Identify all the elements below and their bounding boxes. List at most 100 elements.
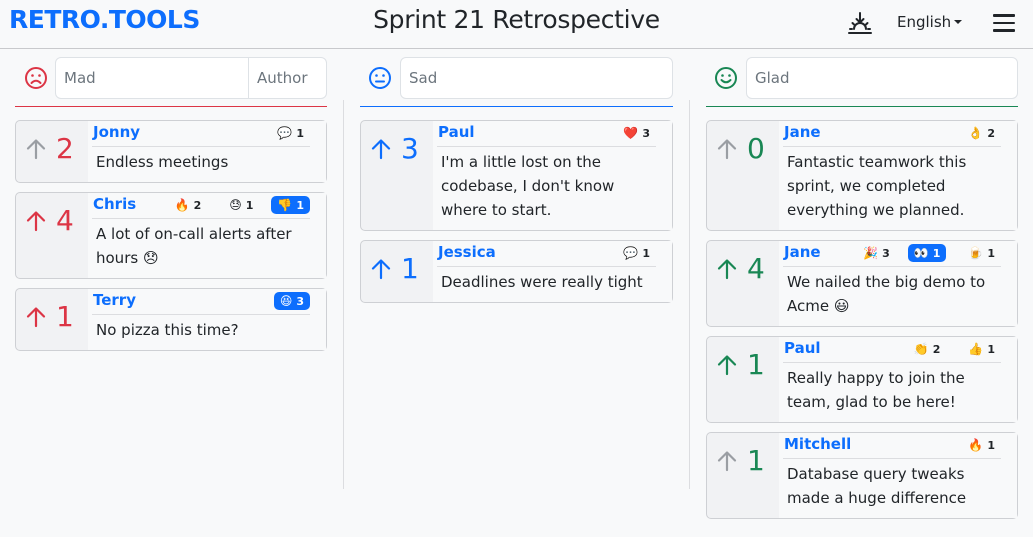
reaction-button[interactable]: 🍺 1 [962, 244, 1001, 262]
vote-area: 1 [707, 433, 779, 518]
card-text-input[interactable] [56, 58, 248, 98]
upvote-arrow-icon[interactable] [716, 137, 738, 161]
new-card-form [746, 57, 1018, 99]
language-dropdown[interactable]: English [897, 13, 963, 31]
reaction-button[interactable]: ❤️ 3 [617, 124, 656, 142]
vote-area: 1 [361, 241, 433, 302]
page-title: Sprint 21 Retrospective [373, 5, 660, 34]
retro-card: 2 Jonny 💬 1 Endless meetings [15, 120, 327, 183]
card-author: Jessica [438, 243, 496, 261]
vote-count: 1 [747, 444, 765, 477]
reaction-emoji: 😓 [229, 198, 242, 212]
vote-count: 4 [747, 252, 765, 285]
card-list: 2 Jonny 💬 1 Endless meetings 4 Chris 🔥 2 😓 1 👎 1 A lo… [15, 120, 327, 360]
reaction-button[interactable]: 👎 1 [271, 196, 310, 214]
upvote-arrow-icon[interactable] [25, 137, 47, 161]
reaction-button[interactable]: 🔥 2 [169, 196, 208, 214]
reaction-count: 1 [296, 126, 304, 140]
reaction-button[interactable]: 🔥 1 [962, 436, 1001, 454]
column-rule [360, 106, 673, 107]
reactions: 👏 2 👍 1 [892, 340, 1001, 358]
card-text[interactable]: Really happy to join the team, glad to b… [783, 363, 1001, 422]
card-author: Chris [93, 195, 137, 213]
upvote-arrow-icon[interactable] [25, 209, 47, 233]
card-text-input[interactable] [747, 58, 1017, 98]
reaction-emoji: 👀 [913, 246, 929, 260]
reaction-emoji: 👏 [913, 342, 929, 356]
reaction-button[interactable]: 💬 1 [271, 124, 310, 142]
vote-count: 2 [56, 132, 74, 165]
vote-count: 1 [401, 252, 419, 285]
reactions: 💬 1 [601, 244, 656, 262]
card-text[interactable]: I'm a little lost on the codebase, I don… [437, 147, 656, 230]
column-glad: 0Jane👌2Fantastic teamwork this sprint, w… [706, 57, 1018, 519]
reaction-count: 3 [882, 246, 890, 260]
reactions: 🔥 2 😓 1 👎 1 [153, 196, 310, 214]
card-list: 0 Jane 👌 2 Fantastic teamwork this sprint, w… [706, 120, 1018, 528]
vote-area: 0 [707, 121, 779, 230]
reaction-button[interactable]: 👍 1 [962, 340, 1001, 358]
reaction-emoji: ❤️ [623, 126, 639, 140]
reactions: ❤️ 3 [601, 124, 656, 142]
reaction-emoji: 💬 [277, 126, 293, 140]
reaction-button[interactable]: 👀 1 [907, 244, 947, 262]
card-text[interactable]: Database query tweaks made a huge differ… [783, 459, 1001, 518]
card-text[interactable]: We nailed the big demo to Acme 😃 [783, 267, 1001, 326]
reaction-button[interactable]: 😆 3 [273, 292, 310, 310]
frown-icon [25, 67, 47, 89]
column-sad: 3Paul❤️3I'm a little lost on the codebas… [360, 57, 673, 303]
column-rule [706, 106, 1018, 107]
language-label: English [897, 13, 952, 31]
retro-card: 3 Paul ❤️ 3 I'm a little lost on the codebas… [360, 120, 673, 231]
column-mad: 2Jonny💬1Endless meetings4Chris🔥2😓1👎1A lo… [15, 57, 327, 351]
reaction-emoji: 🍺 [968, 246, 984, 260]
reaction-button[interactable]: 🎉 3 [857, 244, 896, 262]
card-author: Terry [93, 291, 136, 309]
reaction-emoji: 👎 [277, 198, 293, 212]
card-text[interactable]: Endless meetings [92, 147, 310, 182]
reaction-emoji: 💬 [623, 246, 639, 260]
column-divider [689, 100, 690, 489]
reactions: 🔥 1 [946, 436, 1001, 454]
card-author: Mitchell [784, 435, 852, 453]
reaction-emoji: 😆 [279, 294, 293, 308]
reaction-count: 1 [987, 438, 995, 452]
reaction-count: 3 [642, 126, 650, 140]
retro-card: 4 Jane 🎉 3 👀 1 🍺 1 We nailed the big demo to Acm… [706, 240, 1018, 327]
reaction-emoji: 👌 [968, 126, 984, 140]
reaction-button[interactable]: 💬 1 [617, 244, 656, 262]
retro-card: 1 Mitchell 🔥 1 Database query tweaks made a … [706, 432, 1018, 519]
reaction-count: 1 [245, 198, 254, 212]
reactions: 💬 1 [255, 124, 310, 142]
new-card-form [55, 57, 327, 99]
reaction-count: 2 [932, 342, 941, 356]
reaction-count: 1 [296, 198, 304, 212]
upvote-arrow-icon[interactable] [716, 353, 738, 377]
vote-count: 4 [56, 204, 74, 237]
card-author: Paul [784, 339, 821, 357]
vote-count: 3 [401, 132, 419, 165]
card-text[interactable]: Fantastic teamwork this sprint, we compl… [783, 147, 1001, 230]
reaction-emoji: 🎉 [863, 246, 879, 260]
author-input[interactable] [248, 58, 326, 98]
reaction-button[interactable]: 👌 2 [962, 124, 1001, 142]
upvote-arrow-icon[interactable] [25, 305, 47, 329]
card-text[interactable]: A lot of on-call alerts after hours 😞 [92, 219, 310, 278]
retro-card: 0 Jane 👌 2 Fantastic teamwork this sprint, w… [706, 120, 1018, 231]
card-text[interactable]: Deadlines were really tight [437, 267, 656, 302]
upvote-arrow-icon[interactable] [716, 257, 738, 281]
card-text-input[interactable] [401, 58, 672, 98]
theme-toggle-button[interactable] [846, 10, 874, 38]
caret-down-icon [954, 20, 963, 24]
upvote-arrow-icon[interactable] [716, 449, 738, 473]
retro-card: 1 Jessica 💬 1 Deadlines were really tight [360, 240, 673, 303]
card-author: Jane [784, 243, 821, 261]
reaction-button[interactable]: 👏 2 [908, 340, 947, 358]
upvote-arrow-icon[interactable] [370, 257, 392, 281]
vote-area: 4 [707, 241, 779, 326]
reaction-button[interactable]: 😓 1 [223, 196, 259, 214]
menu-button[interactable] [993, 14, 1015, 32]
vote-area: 2 [16, 121, 88, 182]
upvote-arrow-icon[interactable] [370, 137, 392, 161]
card-text[interactable]: No pizza this time? [92, 315, 310, 350]
